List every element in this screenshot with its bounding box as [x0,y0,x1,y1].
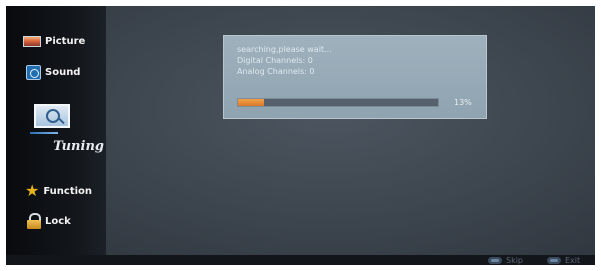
sidebar-item-picture[interactable]: Picture [23,36,85,47]
sidebar-item-label: Picture [45,36,86,47]
skip-label: Skip [506,256,524,265]
picture-icon [23,36,41,47]
progress-percent: 13% [454,98,472,107]
tuning-icon [34,104,70,128]
sidebar-item-lock[interactable]: Lock [27,213,71,229]
skip-hint[interactable]: Skip [488,256,523,265]
sidebar-item-label: Tuning [53,139,104,154]
tv-screen: Picture Sound Tuning ★ Function Lock sea… [6,6,595,265]
sidebar-item-label: Function [43,185,93,197]
sound-icon [26,65,41,80]
sidebar-item-label: Sound [45,67,81,78]
sidebar-item-tuning[interactable]: Tuning [20,101,104,165]
search-status-text: searching,please wait... [237,45,332,54]
search-progress-bar [237,98,439,107]
exit-label: Exit [565,256,581,265]
analog-channels-count: Analog Channels: 0 [237,67,315,76]
sidebar-item-function[interactable]: ★ Function [25,183,92,199]
digital-channels-count: Digital Channels: 0 [237,56,313,65]
return-button-icon [547,257,561,264]
lock-icon [27,213,41,229]
sidebar-menu: Picture Sound Tuning ★ Function Lock [6,6,106,255]
progress-fill [238,99,264,106]
selection-indicator [30,132,58,134]
skip-button-icon [488,257,502,264]
sidebar-item-label: Lock [45,215,71,227]
channel-search-dialog: searching,please wait... Digital Channel… [223,35,487,119]
sidebar-item-sound[interactable]: Sound [26,65,80,80]
star-icon: ★ [25,181,40,200]
exit-hint[interactable]: Exit [547,256,580,265]
